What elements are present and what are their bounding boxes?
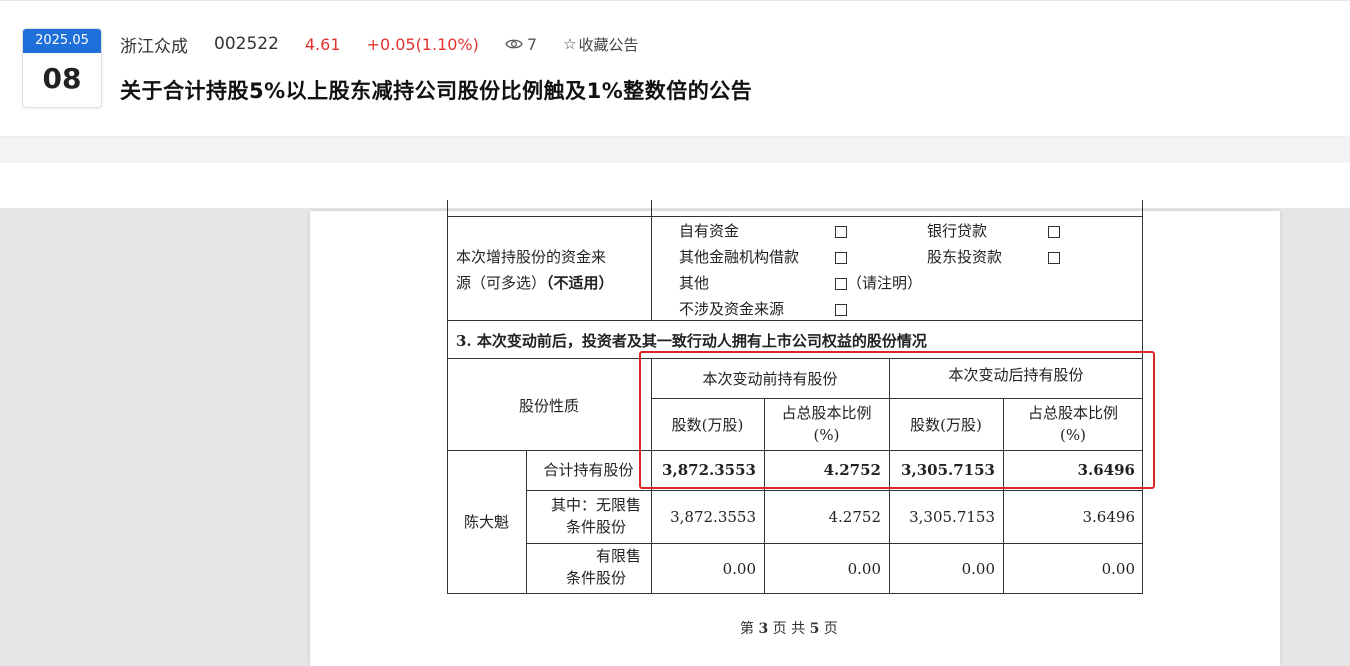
pager-prefix: 第	[740, 621, 754, 637]
row-label: 其中：无限售 条件股份	[526, 494, 651, 538]
table-cell: 0.00	[961, 560, 995, 578]
funding-label-line1: 本次增持股份的资金来	[456, 248, 607, 266]
funding-opt-own-funds: 自有资金	[679, 222, 740, 240]
row-label: 有限售 条件股份	[526, 545, 651, 589]
date-year-month: 2025.05	[23, 29, 101, 53]
page-number: 第 3 页 共 5 页	[740, 618, 838, 638]
highlight-box	[639, 351, 1155, 489]
funding-opt-other: 其他	[679, 274, 710, 292]
funding-opt-bank-loan: 银行贷款	[927, 222, 988, 240]
section3-title: 3. 本次变动前后，投资者及其一致行动人拥有上市公司权益的股份情况	[456, 332, 927, 350]
announcement-title: 关于合计持股5%以上股东减持公司股份比例触及1%整数倍的公告	[120, 79, 753, 103]
divider-band	[0, 136, 1350, 163]
favorite-button[interactable]: ☆ 收藏公告	[563, 34, 638, 55]
funding-label-optional: 源（可多选）	[456, 274, 547, 292]
funding-label-line2: 源（可多选）（不适用）	[456, 272, 614, 294]
pager-total: 5	[809, 621, 820, 637]
checkbox-icon	[833, 220, 847, 242]
star-icon: ☆	[563, 35, 577, 53]
table-cell: 0.00	[1101, 560, 1135, 578]
stock-name[interactable]: 浙江众成	[120, 32, 188, 57]
view-count: 7	[505, 35, 537, 54]
stock-change: +0.05(1.10%)	[366, 34, 479, 54]
stock-code[interactable]: 002522	[214, 34, 279, 54]
checkbox-icon	[833, 246, 847, 268]
pager-suffix: 页	[823, 621, 838, 637]
date-badge: 2025.05 08	[22, 28, 102, 108]
stock-price: 4.61	[304, 34, 341, 54]
checkbox-icon	[1046, 220, 1060, 242]
col-nature-header: 股份性质	[518, 397, 579, 415]
view-count-value: 7	[526, 34, 538, 54]
table-line	[447, 216, 1143, 217]
eye-icon	[505, 39, 523, 49]
checkbox-icon	[1046, 246, 1060, 268]
row-label: 合计持有股份	[543, 461, 634, 479]
row-label-line1: 有限售	[595, 547, 641, 565]
row-label-line2: 条件股份	[565, 569, 626, 587]
funding-opt-other-note: （请注明）	[833, 272, 922, 294]
table-cell: 3.6496	[1082, 508, 1136, 526]
funding-opt-shareholder-loan: 股东投资款	[927, 248, 1003, 266]
table-line	[526, 490, 1143, 491]
funding-not-applicable: （不适用）	[546, 274, 614, 292]
favorite-label: 收藏公告	[578, 35, 639, 54]
date-day: 08	[42, 62, 82, 95]
table-cell: 0.00	[722, 560, 756, 578]
table-cell: 3,872.3553	[670, 508, 756, 526]
funding-opt-other-fin: 其他金融机构借款	[679, 248, 800, 266]
table-line	[651, 200, 652, 320]
funding-opt-none: 不涉及资金来源	[679, 300, 785, 318]
table-cell: 4.2752	[828, 508, 882, 526]
stock-meta: 浙江众成 002522 4.61 +0.05(1.10%) 7 ☆ 收藏公告	[120, 31, 665, 57]
row-label-line1: 其中：无限售	[550, 496, 641, 514]
table-line	[447, 320, 1143, 321]
funding-other-note-text: （请注明）	[847, 274, 923, 292]
pager-middle: 页 共	[772, 621, 806, 637]
table-cell: 0.00	[847, 560, 881, 578]
row-label-line2: 条件股份	[565, 518, 626, 536]
checkbox-icon	[833, 298, 847, 320]
holder-name: 陈大魁	[463, 513, 509, 531]
announcement-header: 2025.05 08 浙江众成 002522 4.61 +0.05(1.10%)…	[0, 0, 1350, 137]
table-cell: 3,305.7153	[909, 508, 995, 526]
pager-current: 3	[758, 621, 769, 637]
table-line	[526, 543, 1143, 544]
